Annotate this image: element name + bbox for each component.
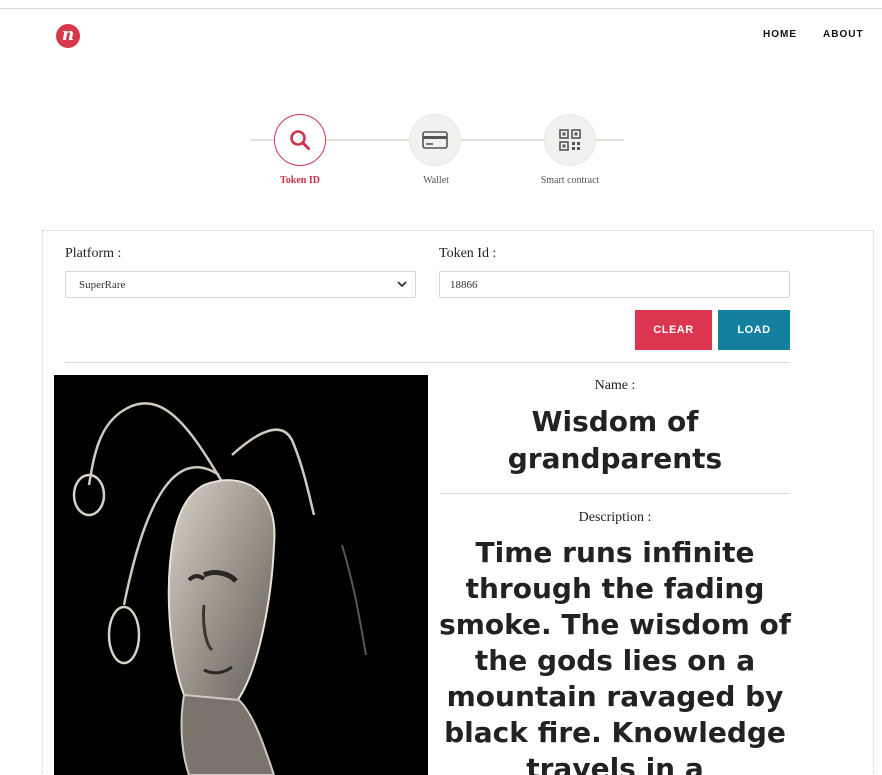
- search-icon: [290, 130, 310, 150]
- token-id-input[interactable]: 18866: [439, 271, 790, 298]
- platform-label: Platform :: [65, 246, 122, 261]
- credit-card-icon: [422, 131, 448, 149]
- platform-select[interactable]: SuperRare: [65, 271, 416, 298]
- token-id-label: Token Id :: [439, 246, 497, 261]
- qr-code-icon: [559, 129, 581, 151]
- name-label: Name :: [594, 378, 636, 393]
- top-border: [0, 8, 882, 9]
- platform-select-value: SuperRare: [79, 279, 126, 291]
- brand-logo[interactable]: n: [56, 24, 80, 48]
- step-smart-contract[interactable]: [544, 114, 596, 166]
- nav-home-link[interactable]: HOME: [763, 29, 797, 40]
- step-label-smart-contract: Smart contract: [540, 175, 600, 186]
- form-divider: [65, 362, 790, 363]
- token-description: Time runs infinite through the fading sm…: [439, 536, 791, 775]
- artwork-drawing: [72, 402, 367, 775]
- nav-about-link[interactable]: ABOUT: [823, 29, 864, 40]
- token-name: Wisdom of grandparents: [507, 405, 723, 475]
- step-wallet[interactable]: [409, 114, 461, 166]
- load-button[interactable]: LOAD: [718, 310, 790, 350]
- nft-artwork-image: [54, 375, 428, 775]
- name-divider: [440, 493, 790, 494]
- chevron-down-icon: [397, 281, 407, 288]
- step-token-id[interactable]: [274, 114, 326, 166]
- step-label-token-id: Token ID: [280, 175, 320, 186]
- clear-button[interactable]: CLEAR: [635, 310, 712, 350]
- description-label: Description :: [578, 510, 652, 525]
- step-label-wallet: Wallet: [423, 175, 449, 186]
